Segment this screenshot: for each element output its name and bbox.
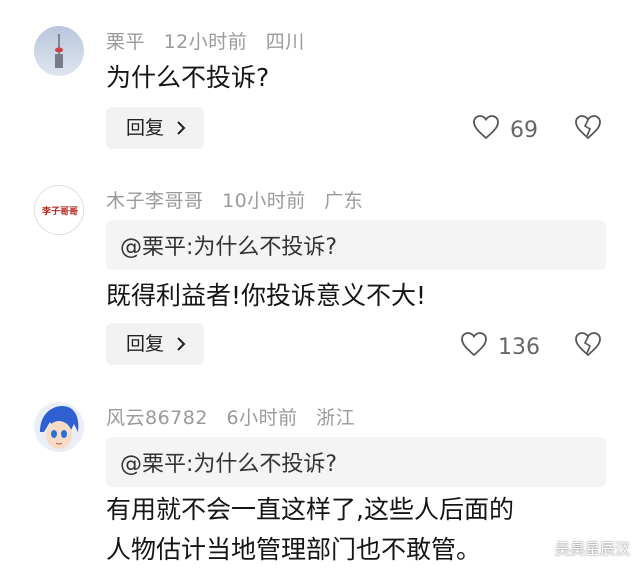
timestamp: 6小时前 [226,407,298,429]
dislike-button[interactable] [574,114,602,144]
like-count: 136 [498,334,540,360]
like-button[interactable]: 69 [472,114,538,146]
dislike-button[interactable] [574,331,602,361]
avatar[interactable] [34,26,84,76]
quoted-text: @栗平:为什么不投诉? [120,452,338,477]
comment-meta: 风云86782 6小时前 浙江 [106,403,367,430]
timestamp: 12小时前 [163,31,248,53]
like-count: 69 [510,117,538,143]
comment-meta: 栗平 12小时前 四川 [106,27,317,54]
comment-meta: 木子李哥哥 10小时前 广东 [106,186,375,213]
watermark: 吴昊星辰汉 [554,540,630,558]
comment-text: 有用就不会一直这样了,这些人后面的 人物估计当地管理部门也不敢管。 [106,490,514,570]
comment-text-line: 有用就不会一直这样了,这些人后面的 [106,495,514,524]
reply-button[interactable]: 回复 [106,107,204,149]
heart-outline-icon [472,114,510,146]
avatar[interactable] [34,402,84,452]
reply-label: 回复 [126,117,165,139]
location: 浙江 [316,407,356,429]
svg-text:李子哥哥: 李子哥哥 [41,205,78,217]
avatar[interactable]: 李子哥哥 [34,185,84,235]
broken-heart-icon [574,115,602,144]
reply-label: 回复 [126,333,165,355]
username[interactable]: 风云86782 [106,407,208,429]
location: 广东 [324,190,364,212]
reply-button[interactable]: 回复 [106,323,204,365]
username[interactable]: 栗平 [106,31,145,53]
comment-text-line: 人物估计当地管理部门也不敢管。 [106,535,482,564]
quoted-reply[interactable]: @栗平:为什么不投诉? [106,437,606,487]
location: 四川 [265,31,305,53]
comment-text: 为什么不投诉? [106,58,269,98]
quoted-reply[interactable]: @栗平:为什么不投诉? [106,220,606,270]
timestamp: 10小时前 [222,190,306,212]
heart-outline-icon [460,331,498,363]
quoted-text: @栗平:为什么不投诉? [120,235,338,260]
chevron-right-icon [174,323,188,380]
like-button[interactable]: 136 [460,331,540,363]
chevron-right-icon [174,107,188,164]
comment-text: 既得利益者!你投诉意义不大! [106,276,426,316]
username[interactable]: 木子李哥哥 [106,190,204,212]
comment-text-line: 既得利益者!你投诉意义不大! [106,281,427,310]
comment-text-line: 为什么不投诉? [106,63,270,92]
broken-heart-icon [574,332,602,361]
